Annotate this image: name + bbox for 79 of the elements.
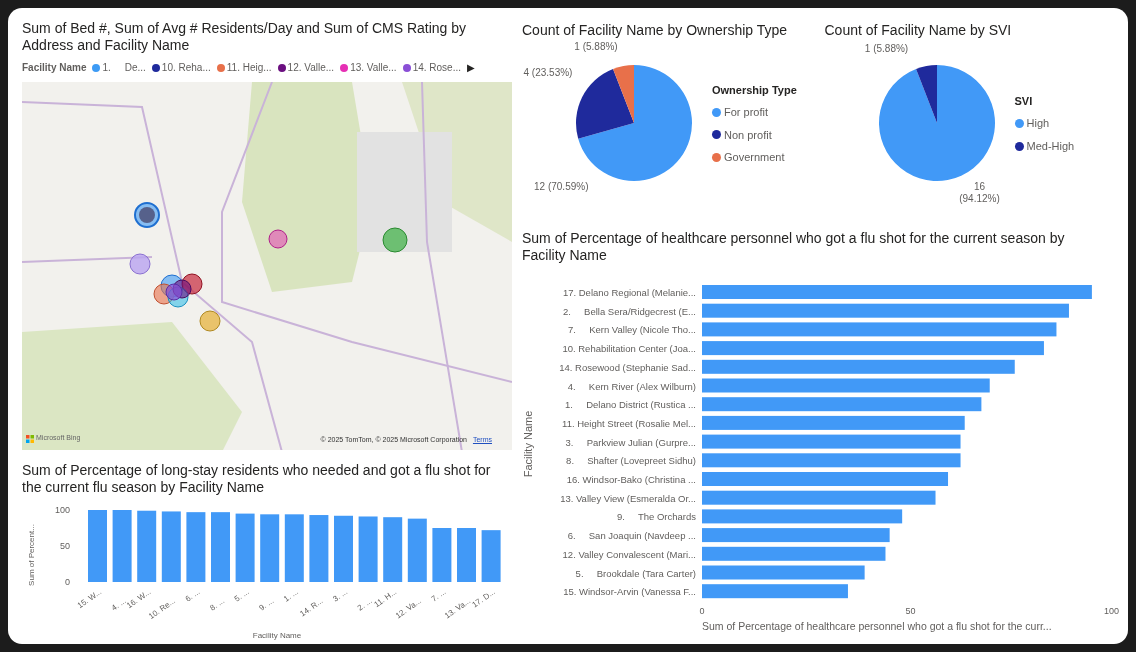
bar [383,517,403,582]
axis-tick: 8. ... [208,596,227,613]
bar [432,527,452,582]
legend-title: Ownership Type [712,82,797,98]
axis-tick: 11. Height Street (Rosalie Mel... [562,417,696,429]
axis-tick: 0 [65,576,70,587]
bar [457,527,476,582]
bar [481,529,501,582]
axis-tick: 10. Rehabilitation Center (Joa... [562,343,696,355]
chart-title: Count of Facility Name by Ownership Type [522,21,789,40]
bar [161,511,181,582]
axis-tick: 9. ... [257,596,276,613]
bar [260,514,280,582]
axis-title: Sum of Percentage of healthcare personnel who got a flu shot for the curr... [702,620,1052,632]
bar [284,514,304,582]
axis-tick: 6. ... [183,587,202,604]
bar [358,516,378,582]
bar [186,511,206,582]
axis-tick: 6. San Joaquin (Navdeep ... [567,530,696,542]
axis-tick: 14. R... [298,596,325,619]
windows-logo-icon [26,434,34,443]
axis-tick: 8. Shafter (Lovepreet Sidhu) [566,455,696,467]
axis-tick: 2. Bella Sera/Ridgecrest (E... [562,305,696,317]
bar [407,518,427,582]
legend-label: 14. Rose... [412,61,461,76]
axis-tick: 1. ... [282,587,300,604]
axis-tick: 17. Delano Regional (Melanie... [562,287,696,298]
legend-title: Facility Name [22,61,87,76]
data-label: 16 (94.12%) [958,181,1001,205]
axis-title: Facility Name [252,630,302,640]
data-label: 1 (5.88%) [574,41,618,53]
axis-tick: 16. Windsor-Bako (Christina ... [566,474,696,485]
axis-tick: 10. Re... [147,596,177,621]
data-label: 12 (70.59%) [534,181,589,193]
legend-label: For profit [724,105,768,120]
axis-tick: 2. ... [355,596,374,613]
legend-label: Government [724,150,785,165]
axis-tick: 5. ... [232,587,251,604]
chart-title: Count of Facility Name by SVI [824,21,1013,40]
legend-next-button[interactable]: ▶ [467,62,475,73]
legend-label: Non profit [724,127,772,143]
axis-tick: 100 [54,504,70,515]
chart-title: Sum of Percentage of long-stay residents who needed and got a flu shot for the current flu season by Facility Name [22,461,492,496]
legend-label: Med-High [1026,138,1075,154]
chart-title: Sum of Percentage of healthcare personnel who got a flu shot for the current season by Facility Name [522,230,1066,264]
axis-title: Sum of Percent... [27,523,36,586]
axis-tick: 13. Valley View (Esmeralda Or... [560,492,696,504]
axis-tick: 3. ... [331,587,350,604]
axis-tick: 17. D... [470,587,497,610]
bar [334,515,353,582]
legend-label: High [1026,116,1050,132]
legend-label: 1. De... [102,61,146,76]
axis-tick: 5. Brookdale (Tara Carter) [575,567,696,579]
bar [211,511,230,582]
axis-tick: 12. Valley Convalescent (Mari... [562,548,696,560]
legend-label: 11. Heig... [226,61,272,76]
axis-tick: 100 [1103,606,1119,616]
axis-tick: 14. Rosewood (Stephanie Sad... [559,361,696,373]
data-label: 1 (5.88%) [864,43,909,55]
axis-tick: 15. W... [75,587,104,610]
legend-label: 10. Reha... [161,61,211,76]
data-label: 4 (23.53%) [522,67,574,79]
chart-title: Sum of Bed #, Sum of Avg # Residents/Day and Sum of CMS Rating by Address and Facility Name [22,20,468,54]
axis-tick: 7. Kern Valley (Nicole Tho... [568,324,696,336]
bar [309,514,329,582]
axis-title: Facility Name [522,410,534,478]
axis-tick: 0 [699,606,705,616]
axis-tick: 50 [905,606,916,616]
bar [235,513,255,582]
axis-tick: 50 [60,540,70,551]
axis-tick: 3. Parkview Julian (Gurpre... [565,436,696,448]
bar [137,510,157,582]
legend-label: 13. Valle... [350,61,397,76]
legend-label: 12. Valle... [287,61,335,76]
axis-tick: 4. Kern River (Alex Wilburn) [567,380,696,392]
axis-tick: 15. Windsor-Arvin (Vanessa F... [563,586,696,598]
axis-tick: 1. Delano District (Rustica ... [565,399,696,411]
axis-tick: 9. The Orchards [616,511,696,523]
legend-title: SVI [1014,93,1034,109]
